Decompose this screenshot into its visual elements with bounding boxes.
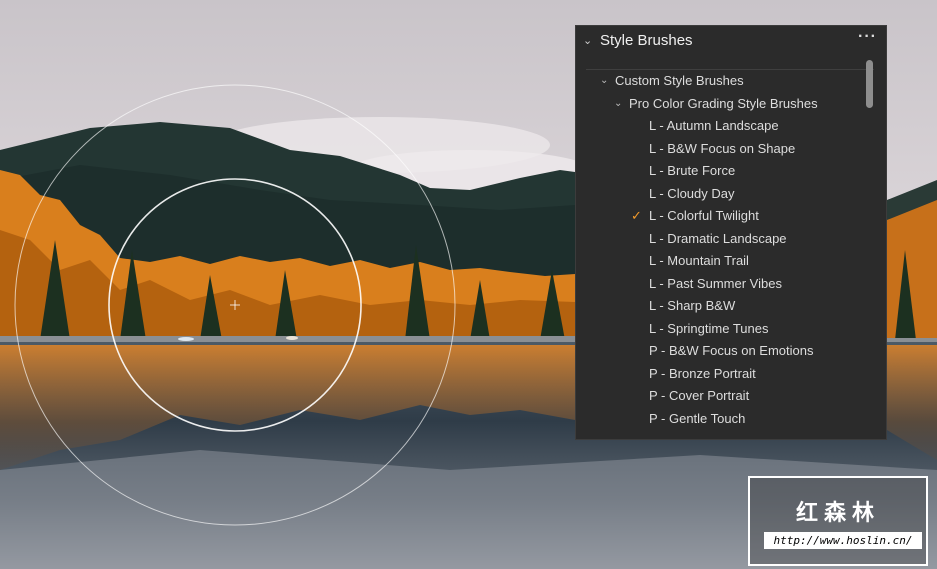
brush-label: L - Past Summer Vibes [649, 275, 782, 291]
chevron-down-icon[interactable]: ⌄ [583, 26, 592, 56]
watermark: 红森林 http://www.hoslin.cn/ [748, 476, 928, 566]
brush-label: L - Springtime Tunes [649, 320, 769, 336]
group-label: Custom Style Brushes [615, 73, 744, 88]
list-item[interactable]: L - Past Summer Vibes [576, 273, 876, 296]
brush-label: P - Cover Portrait [649, 388, 750, 403]
list-item[interactable]: L - Mountain Trail [576, 250, 876, 273]
watermark-url: http://www.hoslin.cn/ [764, 532, 922, 549]
list-item[interactable]: L - B&W Focus on Shape [576, 138, 876, 161]
list-item[interactable]: L - Dramatic Landscape [576, 228, 876, 251]
scrollbar[interactable] [866, 60, 873, 108]
brush-label: L - Brute Force [649, 163, 736, 178]
list-item[interactable]: P - Cover Portrait [576, 385, 876, 408]
list-item[interactable]: L - Cloudy Day [576, 183, 876, 206]
brush-label: L - Mountain Trail [649, 253, 749, 268]
checkmark-icon: ✓ [631, 208, 642, 223]
watermark-text: 红森林 [795, 500, 880, 525]
list-item[interactable]: L - Brute Force [576, 160, 876, 183]
brush-label: L - Dramatic Landscape [649, 230, 787, 246]
tree-subgroup-pro-color-grading[interactable]: ⌄ Pro Color Grading Style Brushes [576, 93, 876, 116]
list-item[interactable]: P - Bronze Portrait [576, 363, 876, 386]
brush-label: P - B&W Focus on Emotions [649, 343, 814, 358]
list-item[interactable]: P - B&W Focus on Emotions [576, 340, 876, 363]
brush-label: L - Sharp B&W [649, 298, 736, 313]
brush-label: L - Autumn Landscape [649, 118, 779, 133]
brush-label: P - Bronze Portrait [649, 365, 756, 381]
brush-label: L - Cloudy Day [649, 185, 735, 201]
chevron-down-icon[interactable]: ⌄ [600, 70, 608, 93]
more-options-icon[interactable]: ··· [858, 26, 877, 52]
list-item[interactable]: L - Sharp B&W [576, 295, 876, 318]
brush-label: P - Gentle Touch [649, 410, 746, 426]
list-item[interactable]: P - Gentle Touch [576, 408, 876, 431]
brush-label: L - B&W Focus on Shape [649, 140, 796, 156]
list-item[interactable]: L - Autumn Landscape [576, 115, 876, 138]
subgroup-label: Pro Color Grading Style Brushes [629, 95, 818, 111]
list-item[interactable]: L - Springtime Tunes [576, 318, 876, 341]
panel-title: Style Brushes [600, 32, 693, 49]
panel-header[interactable]: ⌄ Style Brushes ··· [576, 26, 886, 56]
chevron-down-icon[interactable]: ⌄ [614, 93, 622, 116]
brush-label: L - Colorful Twilight [649, 208, 759, 223]
brush-tree: ⌄ Custom Style Brushes ⌄ Pro Color Gradi… [576, 70, 876, 430]
list-item-selected[interactable]: ✓ L - Colorful Twilight [576, 205, 876, 228]
style-brushes-panel: ⌄ Style Brushes ··· ⌄ Custom Style Brush… [575, 25, 887, 440]
tree-group-custom-style-brushes[interactable]: ⌄ Custom Style Brushes [576, 70, 876, 93]
